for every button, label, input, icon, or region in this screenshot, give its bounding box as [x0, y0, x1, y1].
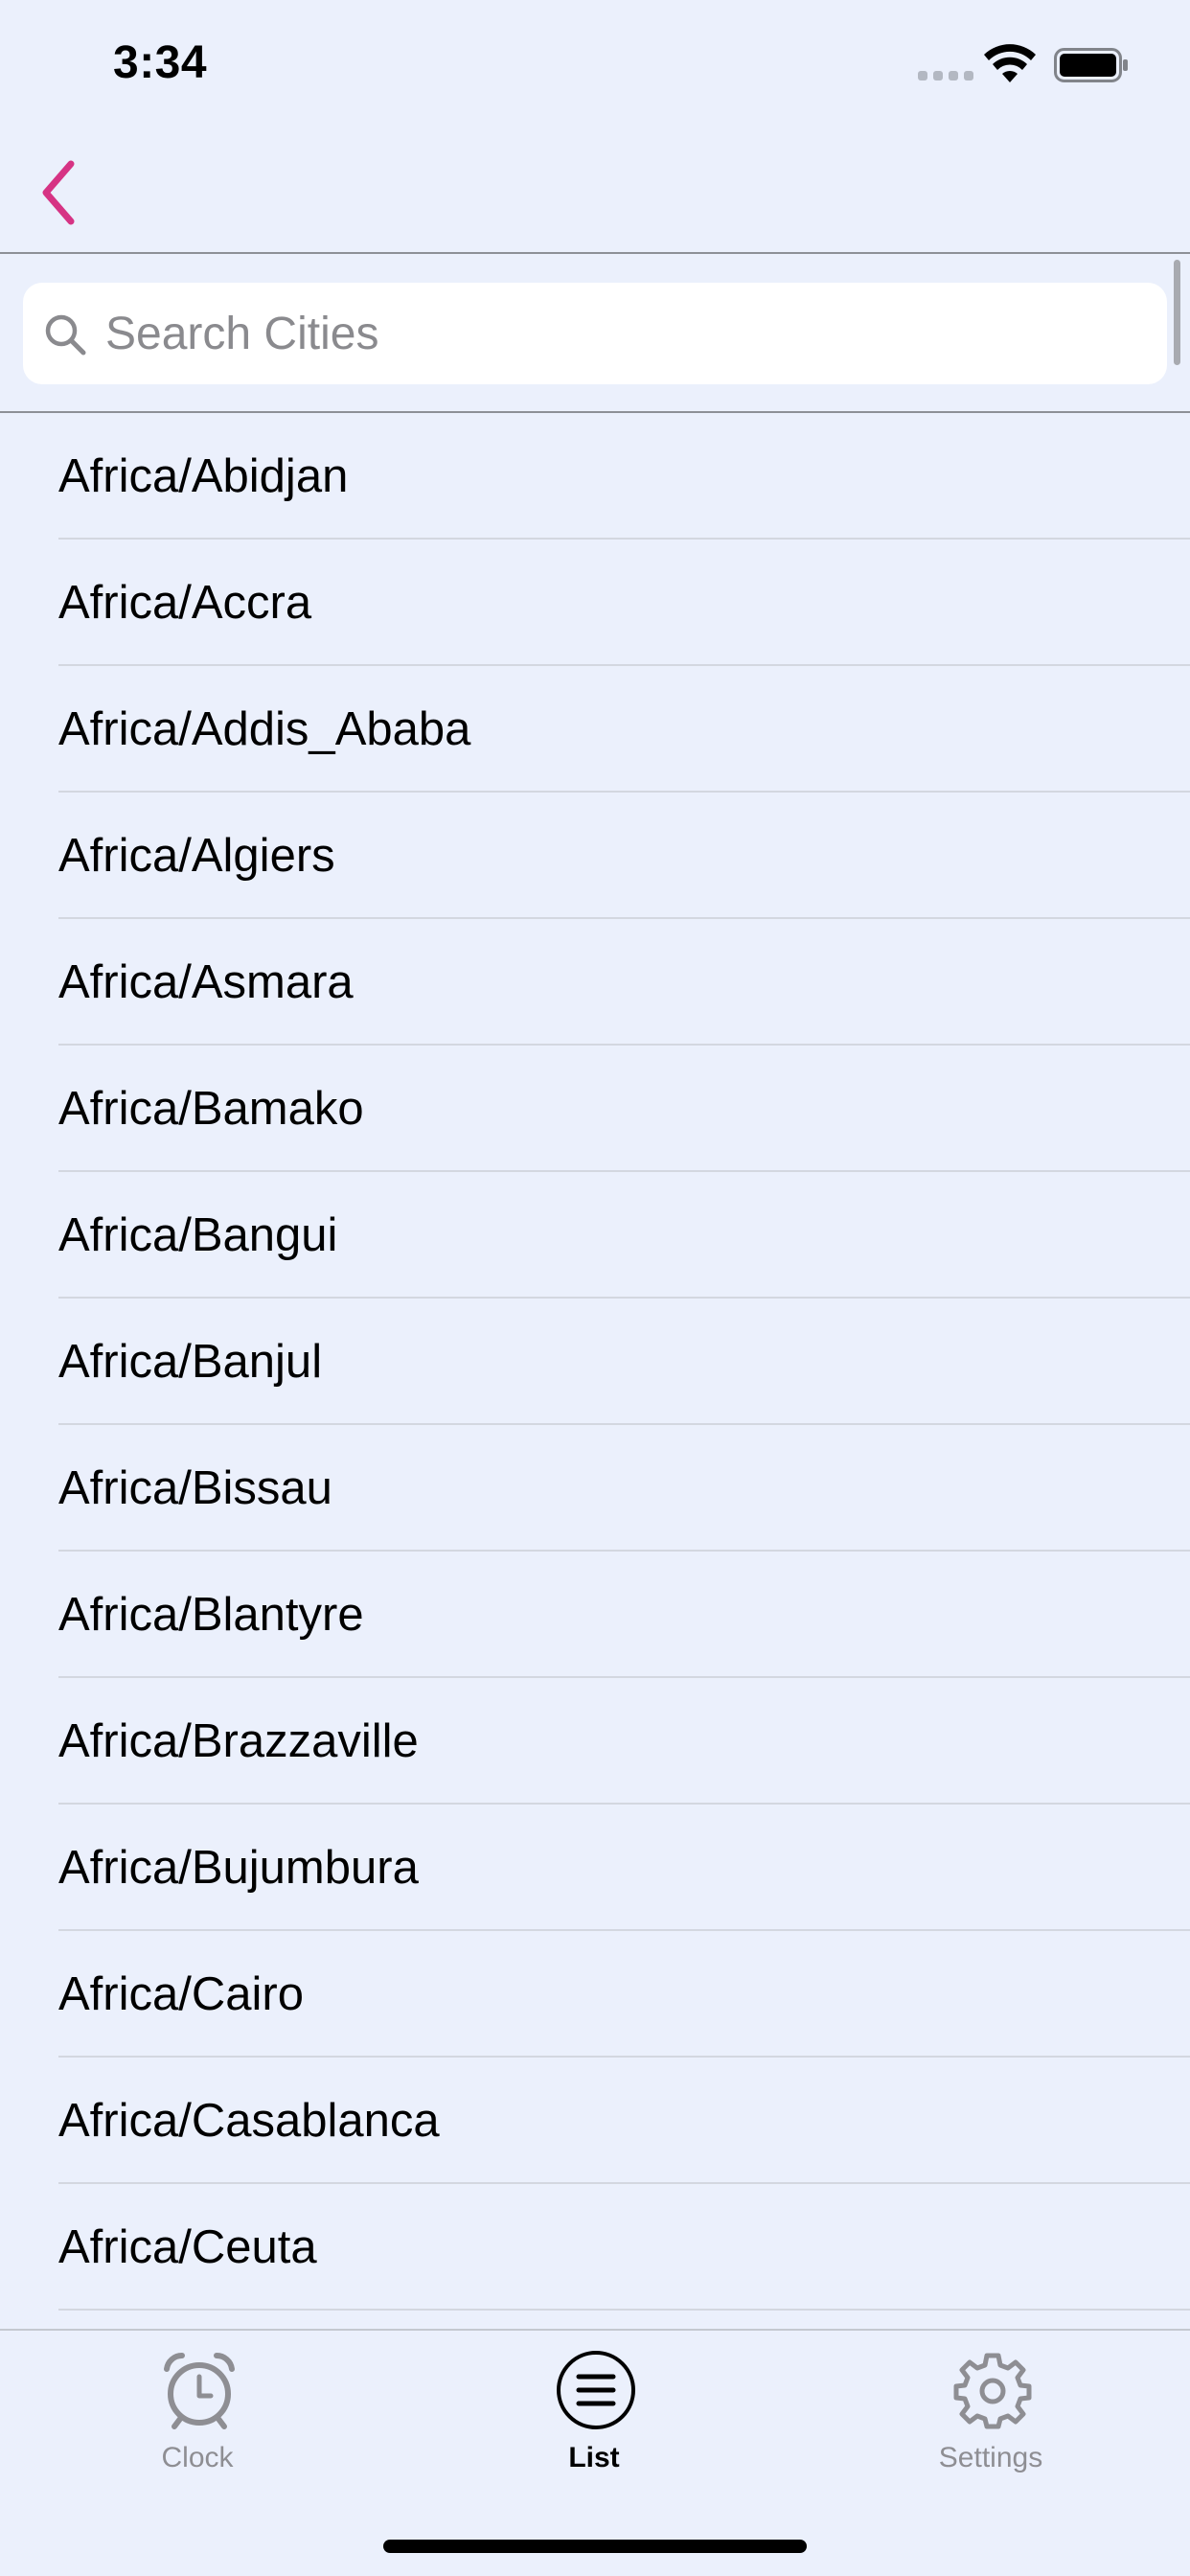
list-item[interactable]: Africa/Bissau: [0, 1425, 1190, 1552]
list-item[interactable]: Africa/Casablanca: [0, 2058, 1190, 2184]
home-indicator: [383, 2540, 807, 2553]
wifi-icon: [984, 44, 1036, 82]
screen: 3:34 Search Cities Africa/Abidjan Africa…: [0, 0, 1190, 2576]
list-item[interactable]: Africa/Bujumbura: [0, 1805, 1190, 1931]
city-label: Africa/Cairo: [58, 1968, 304, 2020]
search-icon: [45, 314, 86, 356]
list-item[interactable]: Africa/Abidjan: [0, 413, 1190, 540]
city-label: Africa/Addis_Ababa: [58, 703, 471, 755]
city-label: Africa/Bamako: [58, 1083, 364, 1135]
scrollbar[interactable]: [1174, 260, 1180, 365]
list-item[interactable]: Africa/Algiers: [0, 793, 1190, 919]
list-item[interactable]: Africa/Banjul: [0, 1299, 1190, 1425]
search-area: [0, 254, 1190, 413]
city-label: Africa/Algiers: [58, 830, 335, 882]
city-label: Africa/Casablanca: [58, 2095, 440, 2147]
gear-icon: [953, 2353, 1032, 2429]
city-label: Africa/Bissau: [58, 1462, 332, 1514]
tab-clock[interactable]: Clock: [82, 2331, 312, 2494]
back-button[interactable]: [29, 156, 86, 229]
status-bar: 3:34: [0, 0, 1190, 129]
tab-label: List: [568, 2442, 620, 2473]
city-label: Africa/Blantyre: [58, 1589, 364, 1641]
city-list: Africa/Abidjan Africa/Accra Africa/Addis…: [0, 413, 1190, 2329]
city-label: Africa/Bujumbura: [58, 1842, 419, 1894]
city-label: Africa/Asmara: [58, 956, 354, 1008]
tab-label: Clock: [161, 2442, 234, 2473]
list-item[interactable]: Africa/Ceuta: [0, 2184, 1190, 2311]
list-item[interactable]: Africa/Accra: [0, 540, 1190, 666]
search-bar[interactable]: [23, 283, 1167, 384]
cellular-signal-icon: [918, 71, 973, 80]
tab-label: Settings: [938, 2442, 1043, 2473]
tab-settings[interactable]: Settings: [876, 2331, 1106, 2494]
list-item[interactable]: Africa/Blantyre: [0, 1552, 1190, 1678]
list-item[interactable]: Africa/Asmara: [0, 919, 1190, 1046]
city-label: Africa/Abidjan: [58, 450, 349, 502]
chevron-left-icon: [42, 160, 75, 225]
status-time: 3:34: [113, 37, 208, 88]
navigation-bar: [0, 129, 1190, 254]
list-icon: [557, 2351, 635, 2429]
city-label: Africa/Brazzaville: [58, 1715, 419, 1767]
tab-list[interactable]: List: [479, 2331, 709, 2494]
alarm-clock-icon: [164, 2352, 235, 2429]
city-label: Africa/Ceuta: [58, 2221, 317, 2273]
city-label: Africa/Accra: [58, 577, 312, 629]
list-item[interactable]: Africa/Addis_Ababa: [0, 666, 1190, 793]
battery-icon: [1054, 48, 1128, 82]
list-item[interactable]: Africa/Cairo: [0, 1931, 1190, 2058]
search-input[interactable]: [105, 283, 1140, 384]
city-label: Africa/Bangui: [58, 1209, 338, 1261]
list-item[interactable]: Africa/Bangui: [0, 1172, 1190, 1299]
city-label: Africa/Banjul: [58, 1336, 323, 1388]
list-item[interactable]: Africa/Bamako: [0, 1046, 1190, 1172]
list-item[interactable]: Africa/Brazzaville: [0, 1678, 1190, 1805]
